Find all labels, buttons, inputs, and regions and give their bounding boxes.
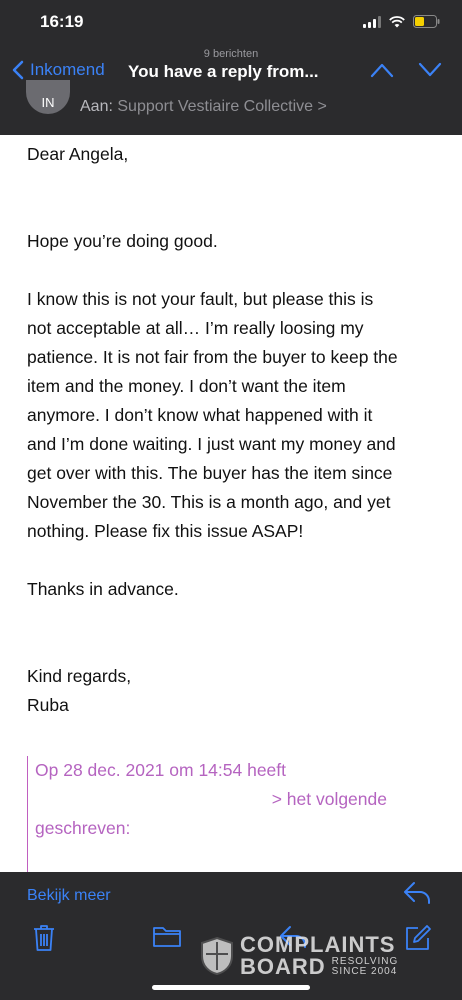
- watermark-line2: BOARD: [240, 954, 326, 979]
- mail-header: 16:19 9 berichten Inkomend You have a re…: [0, 0, 462, 135]
- reply-icon[interactable]: [402, 880, 432, 911]
- watermark-line1: COMPLAINTS: [240, 932, 396, 957]
- thanks-line: Thanks in advance.: [27, 579, 179, 599]
- closing-line: Kind regards,: [27, 666, 132, 686]
- back-button[interactable]: Inkomend: [12, 60, 105, 80]
- recipient-name[interactable]: Support Vestiaire Collective >: [117, 98, 326, 115]
- body-line: I know this is not your fault, but pleas…: [27, 289, 374, 309]
- greeting: Dear Angela,: [27, 144, 129, 164]
- chevron-left-icon: [12, 60, 24, 80]
- status-icons: [363, 15, 440, 28]
- shield-icon: [201, 936, 233, 976]
- signature: Ruba: [27, 695, 69, 715]
- message-nav: [370, 62, 442, 78]
- body-line: November the 30. This is a month ago, an…: [27, 492, 391, 512]
- avatar: IN: [26, 80, 70, 114]
- body-line: get over with this. The buyer has the it…: [27, 463, 393, 483]
- body-paragraph: Hope you’re doing good.: [27, 231, 218, 251]
- body-line: and I’m done waiting. I just want my mon…: [27, 434, 396, 454]
- home-indicator[interactable]: [152, 985, 310, 990]
- folder-icon[interactable]: [152, 924, 182, 953]
- status-time: 16:19: [40, 12, 84, 31]
- watermark-tag2: SINCE 2004: [331, 966, 398, 977]
- chevron-up-icon[interactable]: [370, 62, 394, 78]
- complaints-board-watermark: COMPLAINTS BOARD RESOLVING SINCE 2004: [200, 934, 398, 978]
- wifi-icon: [389, 15, 405, 28]
- body-line: item and the money. I don’t want the ite…: [27, 376, 346, 396]
- body-line: nothing. Please fix this issue ASAP!: [27, 521, 304, 541]
- show-more-link[interactable]: Bekijk meer: [27, 887, 111, 905]
- battery-icon: [413, 15, 440, 28]
- quote-line: Op 28 dec. 2021 om 14:54 heeft: [35, 760, 287, 780]
- signal-icon: [363, 15, 381, 28]
- body-line: anymore. I don’t know what happened with…: [27, 405, 373, 425]
- body-line: not acceptable at all… I’m really loosin…: [27, 318, 364, 338]
- mail-subject: You have a reply from...: [128, 62, 319, 81]
- back-label: Inkomend: [30, 60, 105, 79]
- quote-line: > het volgende: [271, 789, 387, 809]
- quoted-header: Op 28 dec. 2021 om 14:54 heeft > het vol…: [27, 756, 427, 872]
- compose-icon[interactable]: [404, 924, 432, 957]
- mail-body: Dear Angela, Hope you’re doing good. I k…: [27, 140, 447, 720]
- recipient-line[interactable]: Aan: Support Vestiaire Collective >: [80, 98, 327, 116]
- chevron-down-icon[interactable]: [418, 62, 442, 78]
- bottom-toolbar: Bekijk meer COMPLAINTS BOARD RESOLVING S…: [0, 872, 462, 1000]
- body-line: patience. It is not fair from the buyer …: [27, 347, 398, 367]
- message-count: 9 berichten: [203, 48, 259, 60]
- to-label: Aan:: [80, 98, 113, 115]
- trash-icon[interactable]: [32, 924, 56, 957]
- quote-line: geschreven:: [35, 818, 131, 838]
